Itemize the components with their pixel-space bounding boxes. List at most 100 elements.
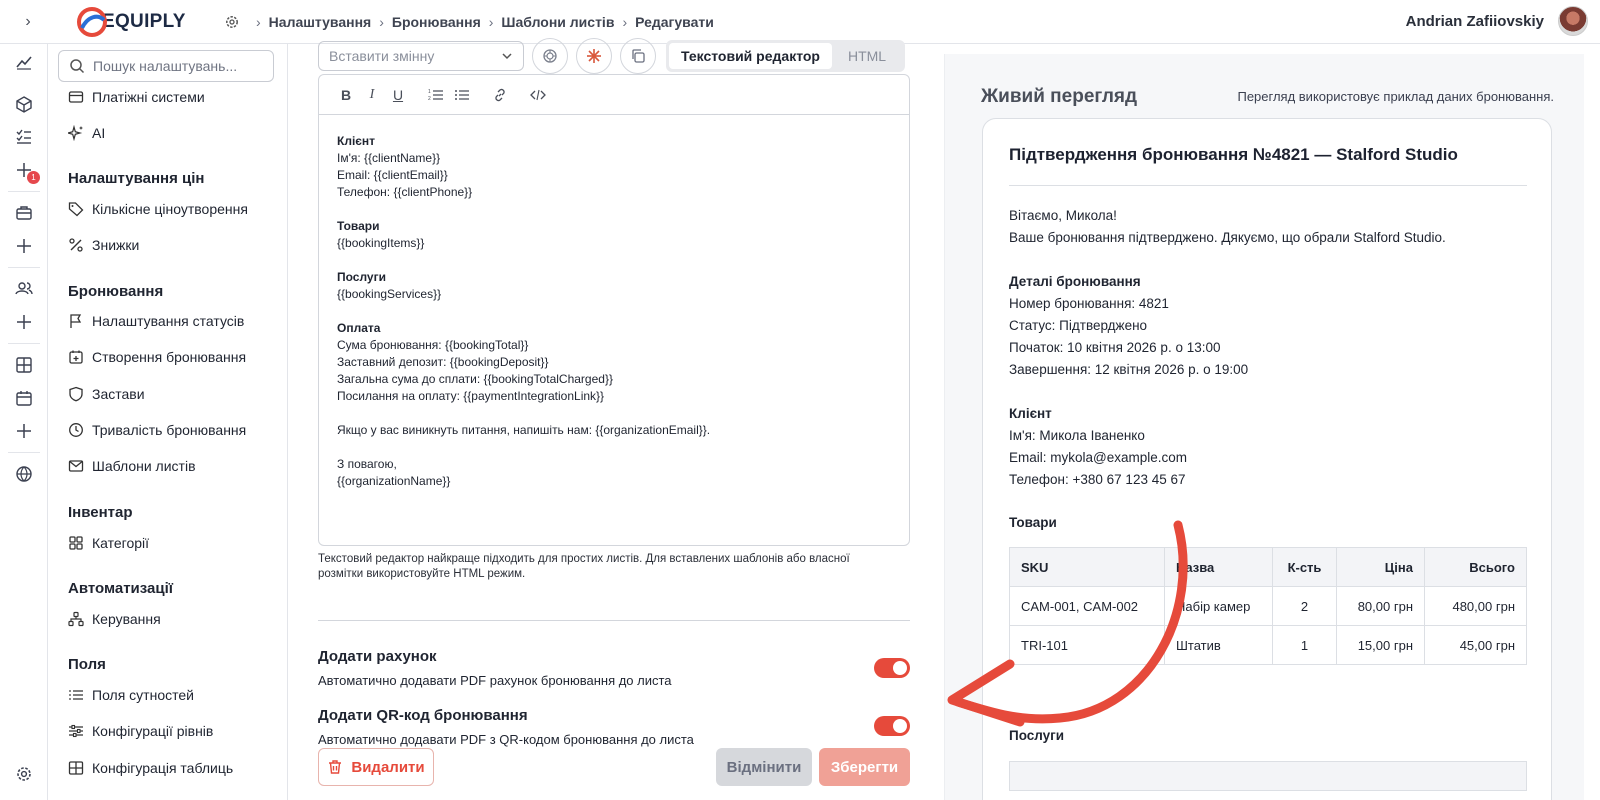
sidebar-item-booking-creation[interactable]: Створення бронювання	[68, 346, 246, 368]
template-editor: Вставити змінну Текстовий редактор HTML …	[288, 38, 928, 800]
mode-html-tab[interactable]: HTML	[832, 43, 902, 69]
icon-rail: 1	[0, 44, 48, 800]
user-menu[interactable]: Andrian Zafiiovskiy	[1406, 6, 1588, 36]
sidebar-item-ai[interactable]: AI	[68, 122, 105, 144]
sidebar-item-booking-duration[interactable]: Тривалість бронювання	[68, 419, 246, 441]
preview-note: Перегляд використовує приклад даних брон…	[1237, 89, 1554, 104]
editor-line: Якщо у вас виникнуть питання, напишіть н…	[337, 423, 711, 437]
list-icon	[69, 690, 83, 700]
col-price: Ціна	[1336, 547, 1425, 587]
cancel-button[interactable]: Відмінити	[716, 748, 812, 786]
brand-logo[interactable]: EQUIPLY	[76, 5, 186, 39]
sidebar-item-status-settings[interactable]: Налаштування статусів	[68, 310, 244, 332]
users-icon[interactable]	[14, 278, 34, 298]
sidebar-item-management[interactable]: Керування	[68, 608, 161, 630]
insert-variable-placeholder: Вставити змінну	[329, 48, 435, 64]
plus-icon[interactable]	[14, 312, 34, 332]
calendar-icon[interactable]	[14, 388, 34, 408]
sidebar-item-categories[interactable]: Категорії	[68, 532, 149, 554]
sidebar-item-label: Поля сутностей	[92, 687, 194, 703]
logo-mark-icon	[77, 7, 107, 37]
rail-divider	[8, 267, 40, 268]
plus-icon[interactable]	[14, 236, 34, 256]
insert-variable-select[interactable]: Вставити змінну	[318, 41, 524, 71]
underline-icon[interactable]: U	[385, 82, 411, 108]
briefcase-icon[interactable]	[14, 202, 34, 222]
ordered-list-icon[interactable]: 12	[423, 82, 449, 108]
editor-line: Сума бронювання: {{bookingTotal}}	[337, 338, 529, 352]
editor-content[interactable]: Клієнт Ім'я: {{clientName}} Email: {{clien…	[319, 115, 909, 525]
editor-line: Телефон: {{clientPhone}}	[337, 185, 473, 199]
expand-sidebar-icon[interactable]: ›	[18, 12, 38, 32]
gear-icon[interactable]	[224, 14, 240, 30]
editor-paragraph: Якщо у вас виникнуть питання, напишіть н…	[337, 422, 891, 439]
sidebar-item-label: Категорії	[92, 535, 150, 551]
clock-icon	[69, 423, 83, 437]
sidebar-item-label: Платіжні системи	[92, 89, 205, 105]
sidebar-item-label: Налаштування статусів	[92, 313, 245, 329]
openai-button[interactable]	[532, 38, 568, 74]
delete-label: Видалити	[351, 758, 425, 776]
rich-text-editor[interactable]: B I U 12 Клієнт Ім'я: {{clientName}} Email…	[318, 74, 910, 546]
bullet-list-icon[interactable]	[449, 82, 475, 108]
preview-title: Живий перегляд	[981, 86, 1138, 107]
sidebar-item-entity-fields[interactable]: Поля сутностей	[68, 684, 194, 706]
link-icon[interactable]	[487, 82, 513, 108]
copy-icon	[632, 49, 645, 63]
editor-line: Посилання на оплату: {{paymentIntegratio…	[337, 389, 605, 403]
sidebar-item-tier-configs[interactable]: Конфігурації рівнів	[68, 720, 213, 742]
cube-icon[interactable]	[14, 94, 34, 114]
rail-divider	[8, 191, 40, 192]
user-name: Andrian Zafiiovskiy	[1405, 12, 1544, 30]
chart-icon[interactable]	[14, 52, 34, 72]
detail-line: Завершення: 12 квітня 2026 р. о 19:00	[1009, 362, 1249, 377]
details-heading: Деталі бронювання	[1009, 274, 1141, 289]
sidebar-item-table-config[interactable]: Конфігурація таблиць	[68, 757, 233, 779]
search-icon	[70, 59, 85, 74]
editor-paragraph: З повагою, {{organizationName}}	[337, 456, 891, 490]
sidebar-item-email-templates[interactable]: Шаблони листів	[68, 455, 196, 477]
items-table: SKU Назва К-сть Ціна Всього CAM-001, CAM…	[1009, 547, 1527, 665]
sidebar-item-deposits[interactable]: Застави	[68, 383, 145, 405]
bold-icon[interactable]: B	[333, 82, 359, 108]
table-icon[interactable]	[14, 355, 34, 375]
breadcrumb-settings[interactable]: Налаштування	[269, 14, 372, 30]
group-title-bookings: Бронювання	[68, 283, 164, 300]
booking-details-block: Деталі бронювання Номер бронювання: 4821…	[1009, 271, 1248, 381]
delete-button[interactable]: Видалити	[318, 748, 434, 786]
group-title-automations: Автоматизації	[68, 580, 173, 597]
copy-button[interactable]	[620, 38, 656, 74]
search-input[interactable]	[93, 58, 263, 74]
code-icon[interactable]	[525, 82, 551, 108]
table-icon	[68, 761, 84, 775]
sidebar-item-label: AI	[92, 125, 106, 141]
settings-icon[interactable]	[14, 764, 34, 784]
breadcrumb-templates[interactable]: Шаблони листів	[501, 14, 614, 30]
email-preview-card: Підтвердження бронювання №4821 — Stalfor…	[982, 118, 1552, 800]
sidebar-item-discounts[interactable]: Знижки	[68, 234, 139, 256]
sidebar-item-quantity-pricing[interactable]: Кількісне ціноутворення	[68, 198, 248, 220]
mode-text-editor-tab[interactable]: Текстовий редактор	[669, 43, 832, 69]
cell-total: 480,00 грн	[1424, 586, 1527, 626]
editor-line: Загальна сума до сплати: {{bookingTotalC…	[337, 372, 613, 386]
invoice-toggle[interactable]	[874, 658, 910, 678]
settings-search[interactable]	[58, 50, 274, 82]
tag-icon	[68, 202, 84, 217]
save-button[interactable]: Зберегти	[819, 748, 910, 786]
italic-icon[interactable]: I	[359, 82, 385, 108]
editor-toolbar: Вставити змінну Текстовий редактор HTML	[318, 38, 910, 74]
editor-line: Ім'я: {{clientName}}	[337, 151, 441, 165]
editor-line: {{organizationName}}	[337, 474, 451, 488]
plus-icon[interactable]	[14, 421, 34, 441]
table-header-row: SKU Назва К-сть Ціна Всього	[1009, 547, 1527, 587]
chevron-right-icon: ›	[256, 14, 261, 30]
plus-icon[interactable]	[14, 160, 34, 180]
sidebar-item-label: Знижки	[92, 237, 140, 253]
sidebar-item-payment-systems[interactable]: Платіжні системи	[68, 86, 205, 108]
qr-toggle[interactable]	[874, 716, 910, 736]
tasks-icon[interactable]	[14, 126, 34, 146]
globe-icon[interactable]	[14, 464, 34, 484]
avatar[interactable]	[1558, 6, 1588, 36]
claude-button[interactable]	[576, 38, 612, 74]
breadcrumb-bookings[interactable]: Бронювання	[392, 14, 481, 30]
